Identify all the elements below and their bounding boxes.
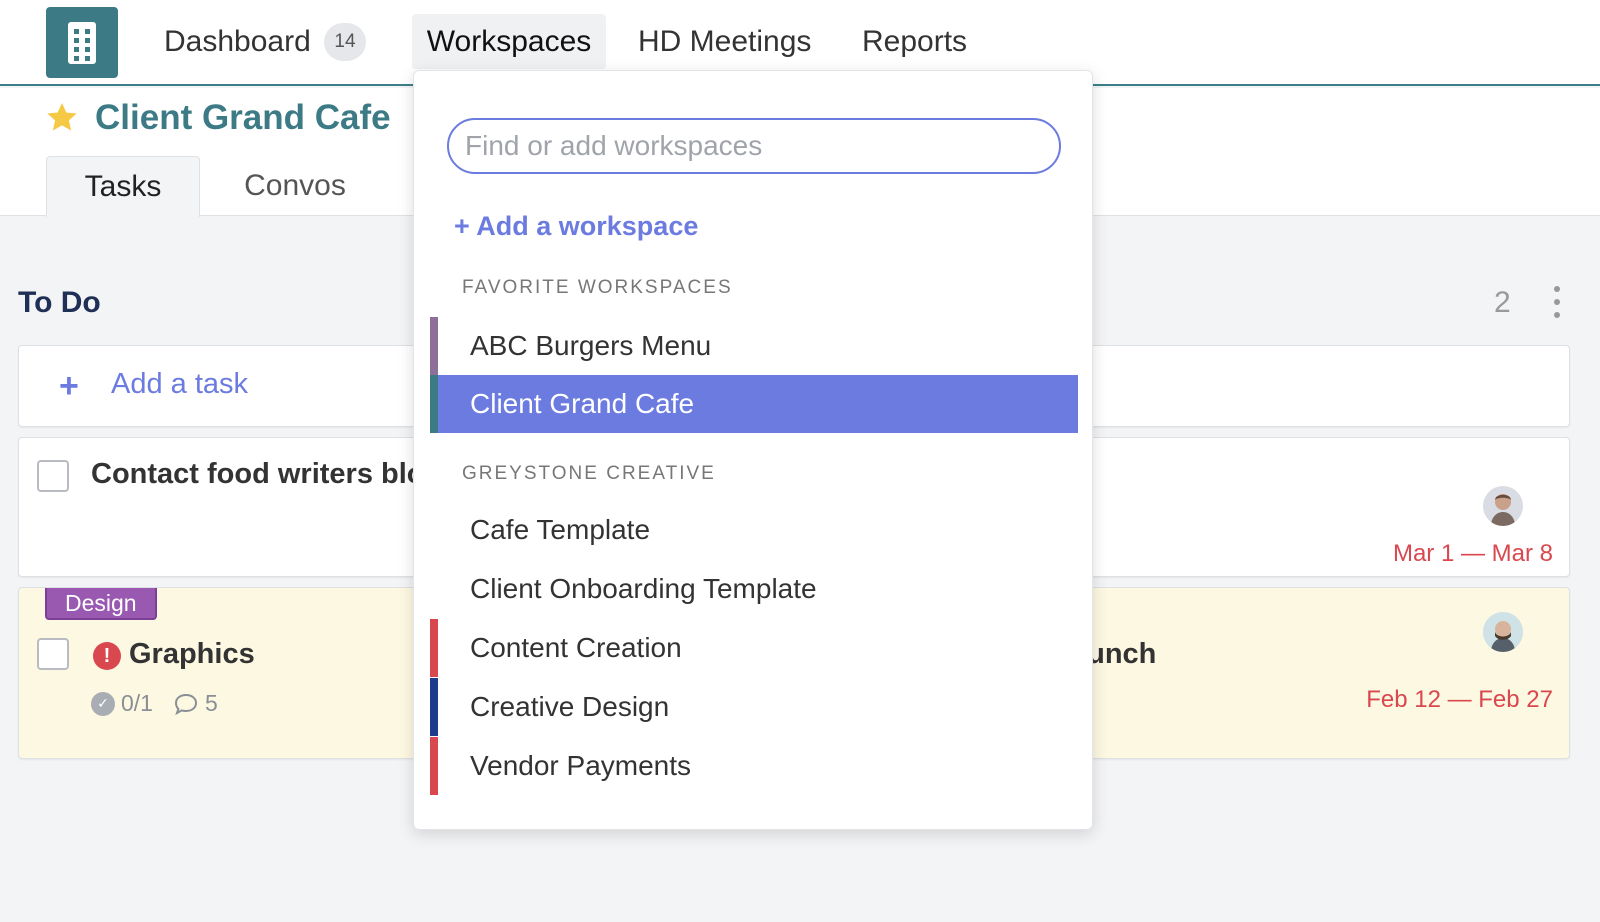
- workspace-item-client-grand-cafe[interactable]: Client Grand Cafe: [430, 375, 1078, 433]
- workspaces-dropdown: + Add a workspace FAVORITE WORKSPACES AB…: [413, 70, 1093, 830]
- workspace-label: Client Grand Cafe: [470, 388, 695, 419]
- dashboard-count-badge: 14: [324, 23, 366, 61]
- tab-tasks[interactable]: Tasks: [46, 156, 200, 217]
- workspace-color-bar: [430, 678, 438, 736]
- workspace-label: ABC Burgers Menu: [470, 330, 712, 361]
- comment-count: 5: [204, 690, 218, 716]
- column-title: To Do: [18, 286, 101, 319]
- star-icon[interactable]: [44, 100, 80, 136]
- workspace-color-bar: [430, 317, 438, 375]
- column-count: 2: [1494, 286, 1511, 319]
- workspace-search-input[interactable]: [447, 118, 1061, 174]
- subtask-count: 0/1: [121, 690, 153, 716]
- task-checkbox[interactable]: [37, 638, 69, 670]
- task-date: Mar 1 — Mar 8: [1392, 540, 1553, 567]
- workspace-item-cafe-template[interactable]: Cafe Template: [430, 501, 1078, 559]
- workspace-item-abc-burgers-menu[interactable]: ABC Burgers Menu: [430, 317, 1078, 375]
- tab-convos[interactable]: Convos: [220, 156, 370, 216]
- workspace-item-content-creation[interactable]: Content Creation: [430, 619, 1078, 677]
- task-title: Graphics: [129, 638, 255, 670]
- building-icon[interactable]: [46, 7, 118, 78]
- task-title: Contact food writers blog: [91, 458, 443, 490]
- task-meta: ✓ 0/1 5: [91, 690, 218, 717]
- tag-badge: Design: [45, 588, 157, 620]
- more-vertical-icon[interactable]: [1550, 286, 1564, 318]
- avatar[interactable]: [1483, 486, 1523, 526]
- task-checkbox[interactable]: [37, 460, 69, 492]
- workspace-item-creative-design[interactable]: Creative Design: [430, 678, 1078, 736]
- avatar[interactable]: [1483, 612, 1523, 652]
- workspace-label: Cafe Template: [470, 514, 651, 545]
- workspace-color-bar: [430, 737, 438, 795]
- nav-workspaces[interactable]: Workspaces: [412, 14, 606, 69]
- task-date: Feb 12 — Feb 27: [1366, 686, 1553, 713]
- comment-icon: [174, 693, 197, 715]
- workspace-item-client-onboarding-template[interactable]: Client Onboarding Template: [430, 560, 1078, 618]
- favorites-section-label: FAVORITE WORKSPACES: [462, 277, 733, 298]
- add-task-label: Add a task: [111, 368, 249, 400]
- workspace-label: Creative Design: [470, 691, 670, 722]
- workspace-item-vendor-payments[interactable]: Vendor Payments: [430, 737, 1078, 795]
- nav-dashboard[interactable]: Dashboard: [148, 14, 327, 69]
- check-circle-icon: ✓: [91, 691, 115, 716]
- add-workspace-link[interactable]: + Add a workspace: [454, 211, 698, 242]
- alert-icon: !: [93, 642, 121, 670]
- workspace-label: Content Creation: [470, 632, 682, 663]
- nav-reports[interactable]: Reports: [846, 14, 983, 69]
- group-section-label: GREYSTONE CREATIVE: [462, 463, 716, 484]
- workspace-color-bar: [430, 619, 438, 677]
- page-title: Client Grand Cafe: [95, 98, 391, 137]
- workspace-label: Client Onboarding Template: [470, 573, 817, 604]
- plus-icon: +: [59, 367, 79, 405]
- workspace-color-bar: [430, 375, 438, 433]
- workspace-label: Vendor Payments: [470, 750, 692, 781]
- nav-hd-meetings[interactable]: HD Meetings: [622, 14, 827, 69]
